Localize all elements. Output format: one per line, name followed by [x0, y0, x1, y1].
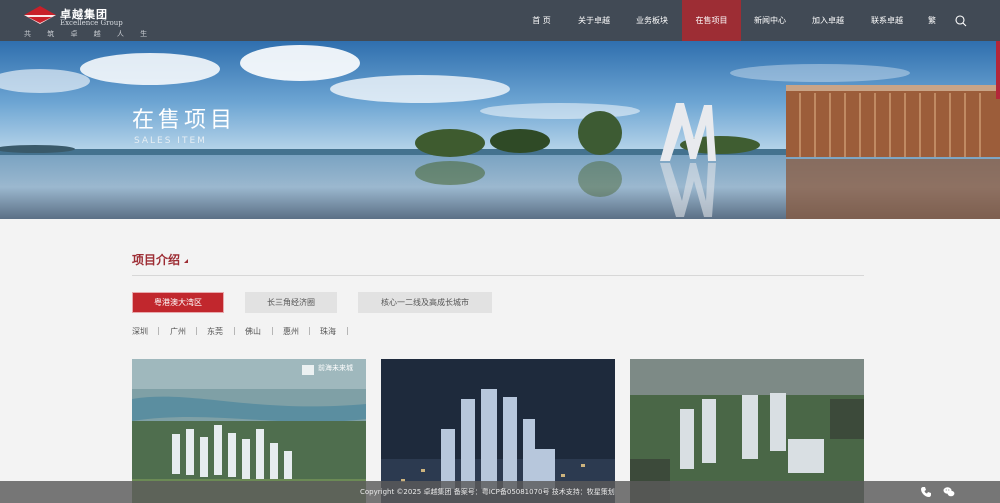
banner-subtitle: SALES ITEM [134, 136, 207, 146]
nav-item-about[interactable]: 关于卓越 [570, 0, 618, 41]
search-icon[interactable] [952, 12, 970, 30]
city-filter-dongguan[interactable]: 东莞 [207, 326, 223, 337]
city-separator: | [157, 326, 160, 335]
scroll-indicator[interactable] [996, 41, 1000, 99]
city-filter-guangzhou[interactable]: 广州 [170, 326, 186, 337]
nav-item-news[interactable]: 新闻中心 [746, 0, 794, 41]
brand-name-en: Excellence Group [60, 19, 123, 27]
nav-item-home[interactable]: 首 页 [523, 0, 560, 41]
nav-item-business[interactable]: 业务板块 [628, 0, 676, 41]
nav-item-projects-on-sale[interactable]: 在售项目 [682, 0, 741, 41]
city-separator: | [271, 326, 274, 335]
city-filter-shenzhen[interactable]: 深圳 [132, 326, 148, 337]
city-filter-foshan[interactable]: 佛山 [245, 326, 261, 337]
footer-copyright: Copyright ©2025 卓越集团 备案号：粤ICP备05081070号 … [360, 488, 615, 496]
nav-item-traditional-chinese[interactable]: 繁 [922, 0, 942, 41]
city-separator: | [346, 326, 349, 335]
nav-item-contact[interactable]: 联系卓越 [862, 0, 912, 41]
city-filter-huizhou[interactable]: 惠州 [283, 326, 299, 337]
hero-banner: 在售项目 SALES ITEM [0, 41, 1000, 219]
nav-item-join[interactable]: 加入卓越 [804, 0, 852, 41]
city-separator: | [195, 326, 198, 335]
project-overlay-label: 前海未来城 [318, 364, 353, 372]
section-title-accent-mark [184, 259, 188, 263]
footer-bar: Copyright ©2025 卓越集团 备案号：粤ICP备05081070号 … [0, 481, 1000, 503]
brand-logo-mark [24, 6, 56, 24]
section-title: 项目介绍 [132, 253, 181, 267]
tab-yangtze-delta[interactable]: 长三角经济圈 [245, 292, 337, 313]
section-divider [132, 275, 864, 276]
brand-logo[interactable]: 卓越集团 Excellence Group 共 筑 卓 越 人 生 [22, 4, 147, 38]
city-filter-zhuhai[interactable]: 珠海 [320, 326, 336, 337]
city-separator: | [233, 326, 236, 335]
city-separator: | [308, 326, 311, 335]
tab-greater-bay-area[interactable]: 粤港澳大湾区 [132, 292, 224, 313]
banner-title: 在售项目 [132, 108, 237, 133]
tab-core-cities[interactable]: 核心一二线及高成长城市 [358, 292, 492, 313]
phone-icon[interactable] [920, 486, 932, 498]
top-navigation-bar: 卓越集团 Excellence Group 共 筑 卓 越 人 生 首 页 关于… [0, 0, 1000, 41]
brand-slogan: 共 筑 卓 越 人 生 [24, 30, 155, 38]
wechat-icon[interactable] [943, 486, 955, 498]
